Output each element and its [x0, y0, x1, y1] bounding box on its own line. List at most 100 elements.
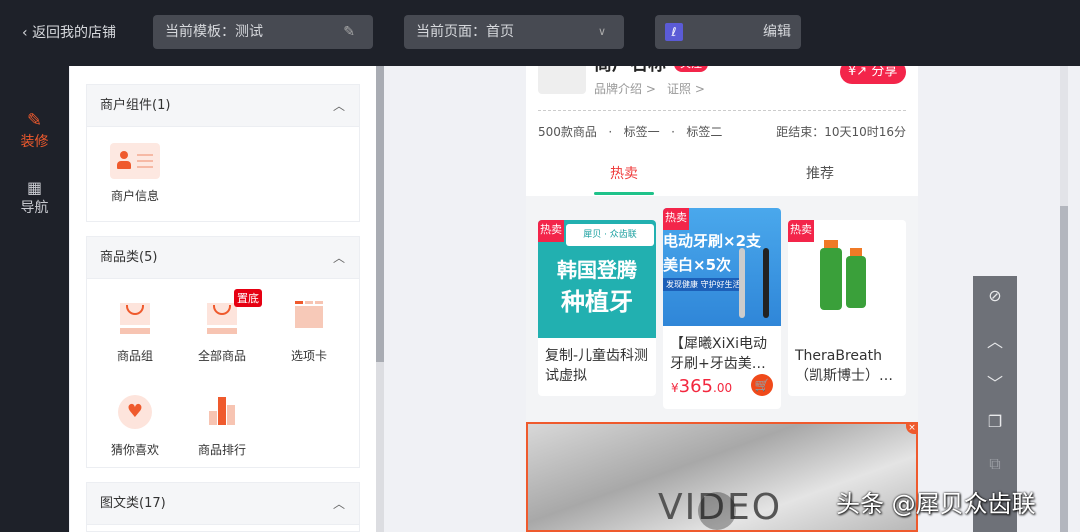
page-select[interactable]: 当前页面：首页 ∨ [404, 15, 624, 49]
countdown: 距结束：10天10时16分 [776, 125, 906, 139]
cart-button[interactable]: 🛒 [751, 374, 773, 396]
eye-off-icon[interactable]: ⊘ [973, 286, 1017, 305]
share-label: 分享 [871, 66, 898, 79]
comp-label: 商品排行 [197, 443, 246, 457]
grid-icon: ▦ [26, 178, 43, 197]
tab-recommend[interactable]: 推荐 [790, 152, 850, 196]
comp-label: 商户信息 [110, 189, 159, 203]
section-header[interactable]: 图文类(17) ︿ [87, 483, 359, 525]
chevron-up-icon[interactable]: ︿ [333, 483, 345, 525]
comp-goods-ranking[interactable]: 商品排行 [182, 395, 262, 458]
bar-chart-icon [197, 395, 247, 433]
section-header[interactable]: 商户组件(1) ︿ [87, 85, 359, 127]
price-symbol: ¥ [671, 381, 679, 395]
pin-bottom-badge: 置底 [234, 289, 262, 307]
price-int: 365 [678, 376, 713, 397]
tag: 标签一 [623, 125, 660, 139]
store-stats: 500款商品 · 标签一 · 标签二 [538, 123, 722, 140]
dashed-divider [538, 110, 906, 111]
nav-label: 导航 [20, 200, 49, 216]
move-up-icon[interactable]: ︿ [973, 328, 1017, 352]
canvas-scrollbar-thumb[interactable] [1060, 206, 1068, 532]
brush-icon: ✎ [26, 110, 43, 131]
tab-label: 热卖 [610, 166, 638, 182]
edit-external-icon[interactable]: ⧉ [973, 454, 1017, 474]
move-down-icon[interactable]: ﹀ [973, 370, 1017, 394]
comp-label: 全部商品 [197, 349, 246, 363]
panel-scrollbar-thumb[interactable] [376, 66, 384, 362]
cart-icon: 🛒 [754, 378, 770, 392]
product-title: 【犀曦XiXi电动牙刷+牙齿美… [670, 336, 767, 372]
delete-component-icon[interactable]: × [906, 422, 918, 434]
top-bar: ‹ 返回我的店铺 当前模板：测试 ✎ 当前页面：首页 ∨ ℓ 编辑 [0, 0, 1080, 66]
left-nav: ✎ 装修 ▦ 导航 [0, 66, 69, 532]
image-text: 韩国登腾 [557, 258, 637, 282]
brand-intro-link[interactable]: 品牌介绍 > [594, 80, 656, 97]
license-link[interactable]: 证照 > [667, 80, 705, 97]
tab-label: 推荐 [806, 166, 834, 182]
image-text: 发现健康 守护好生活 [663, 278, 744, 291]
comp-guess-you-like[interactable]: ♥ 猜你喜欢 [95, 395, 175, 458]
price-dec: .00 [713, 381, 733, 395]
nav-label: 装修 [20, 134, 49, 150]
tab-hot[interactable]: 热卖 [594, 152, 654, 196]
store-tag: 关注 [674, 66, 708, 72]
watermark: 头条 @犀贝众齿联 [836, 490, 1036, 518]
dot: · [671, 125, 675, 139]
page-label: 当前页面：首页 [416, 24, 514, 40]
product-card[interactable]: 电动牙刷×2支 美白×5次 发现健康 守护好生活 热卖 【犀曦XiXi电动牙刷+… [663, 208, 781, 409]
product-title: 复制-儿童齿科测试虚拟 [545, 348, 649, 384]
comp-goods-group[interactable]: 商品组 [95, 301, 175, 364]
toothbrush-image [763, 248, 769, 318]
template-field[interactable]: 当前模板：测试 ✎ [153, 15, 373, 49]
copy-icon[interactable]: ❐ [973, 412, 1017, 431]
chevron-up-icon[interactable]: ︿ [333, 237, 345, 279]
share-button[interactable]: ¥↗ 分享 [840, 66, 906, 84]
image-brand: 犀贝 · 众齿联 [566, 224, 654, 246]
section-title: 商户组件(1) [100, 98, 171, 113]
comp-tabs[interactable]: 选项卡 [269, 301, 349, 364]
section-merchant: 商户组件(1) ︿ 商户信息 [86, 84, 360, 222]
section-title: 图文类(17) [100, 496, 166, 511]
chevron-down-icon: ∨ [597, 25, 606, 38]
comp-label: 商品组 [116, 349, 153, 363]
section-header[interactable]: 商品类(5) ︿ [87, 237, 359, 279]
tab-bar: 热卖 推荐 [526, 152, 918, 196]
phone-preview: 商户名称 关注 ¥↗ 分享 品牌介绍 > 证照 > 500款商品 · 标签一 ·… [526, 66, 918, 532]
chevron-up-icon[interactable]: ︿ [333, 85, 345, 127]
section-goods: 商品类(5) ︿ 商品组 全部商品 置底 选项卡 ♥ 猜你喜欢 商品排行 [86, 236, 360, 468]
dot: · [608, 125, 613, 139]
tabs-icon [284, 301, 334, 339]
miniprogram-icon: ℓ [665, 23, 683, 41]
hot-badge: 热卖 [788, 220, 814, 242]
pencil-icon[interactable]: ✎ [343, 15, 355, 49]
chevron-left-icon: ‹ [22, 25, 33, 41]
comp-label: 猜你喜欢 [110, 443, 159, 457]
image-text: 种植牙 [561, 288, 633, 316]
back-label: 返回我的店铺 [32, 25, 117, 41]
comp-all-goods[interactable]: 全部商品 置底 [182, 289, 262, 364]
component-panel: 商户组件(1) ︿ 商户信息 商品类(5) ︿ 商品组 全部商品 置底 选项卡 ♥ … [70, 66, 376, 532]
comp-label: 选项卡 [290, 349, 327, 363]
product-price: ¥365.00 [671, 376, 732, 397]
share-icon: ¥↗ [848, 66, 868, 79]
image-text: 美白×5次 [663, 256, 732, 274]
section-title: 商品类(5) [100, 250, 158, 265]
section-graphic: 图文类(17) ︿ [86, 482, 360, 532]
product-title: TheraBreath（凯斯博士）… [795, 348, 893, 384]
edit-button[interactable]: ℓ 编辑 [655, 15, 801, 49]
back-button[interactable]: ‹ 返回我的店铺 [22, 0, 116, 66]
nav-item-navigation[interactable]: ▦ 导航 [0, 178, 69, 217]
shopping-bag-icon [110, 301, 160, 339]
hot-badge: 热卖 [663, 208, 689, 230]
product-card[interactable]: 热卖 TheraBreath（凯斯博士）… [788, 220, 906, 396]
play-icon[interactable] [698, 492, 736, 530]
product-card[interactable]: 犀贝 · 众齿联 韩国登腾 种植牙 热卖 复制-儿童齿科测试虚拟 [538, 220, 656, 396]
edit-label: 编辑 [763, 24, 791, 40]
nav-item-decorate[interactable]: ✎ 装修 [0, 110, 69, 151]
merchant-card-icon [110, 143, 160, 179]
image-text: 电动牙刷×2支 [663, 232, 762, 250]
hot-badge: 热卖 [538, 220, 564, 242]
comp-merchant-info[interactable]: 商户信息 [95, 143, 175, 204]
tag: 标签二 [686, 125, 723, 139]
